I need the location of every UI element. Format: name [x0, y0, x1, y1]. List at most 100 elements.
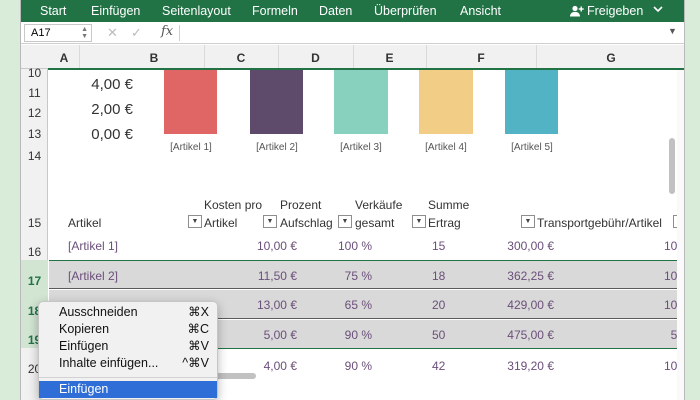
ribbon-tab-bar: Start Einfügen Seitenlayout Formeln Date…: [21, 0, 684, 22]
chevron-down-icon[interactable]: [653, 3, 663, 18]
filter-dropdown-icon[interactable]: ▼: [338, 215, 352, 228]
cell-verkaeufe[interactable]: 20: [432, 298, 445, 312]
cell-prozent[interactable]: 65 %: [279, 298, 372, 312]
table-row: [Artikel 2] 11,50 € 75 % 18 362,25 € 10,…: [49, 260, 684, 289]
menu-shortcut: ⌘V: [188, 339, 209, 353]
column-header-a[interactable]: A: [49, 51, 79, 65]
tab-ueberpruefen[interactable]: Überprüfen: [374, 4, 437, 18]
row-header-17[interactable]: 17: [21, 260, 48, 290]
header-kosten-line2: Artikel: [204, 216, 238, 230]
menu-item-einfuegen-highlighted[interactable]: Einfügen: [39, 381, 217, 398]
x-tick-label: [Artikel 4]: [425, 142, 467, 153]
menu-item-inhalte-einfuegen[interactable]: Inhalte einfügen... ^⌘V: [39, 355, 217, 372]
menu-label: Inhalte einfügen...: [59, 356, 159, 370]
bar-artikel-3: [334, 70, 388, 134]
column-header-e[interactable]: E: [353, 51, 426, 65]
header-verkaeufe-line2: gesamt: [355, 216, 395, 230]
filter-dropdown-icon[interactable]: ▼: [263, 215, 277, 228]
cell-transport[interactable]: 5,00: [614, 328, 684, 342]
context-menu: Ausschneiden ⌘X Kopieren ⌘C Einfügen ⌘V Inh…: [38, 301, 218, 400]
y-tick-label: 2,00 €: [91, 101, 133, 118]
bar-artikel-1: [164, 70, 217, 134]
column-header-f[interactable]: F: [426, 51, 536, 65]
cell-artikel[interactable]: [Artikel 1]: [68, 239, 118, 253]
cell-verkaeufe[interactable]: 18: [432, 269, 445, 283]
bar-artikel-4: [419, 70, 473, 134]
name-box[interactable]: A17 ▲ ▼: [24, 24, 92, 42]
cell-ertrag[interactable]: 429,00 €: [459, 298, 554, 312]
menu-item-einfuegen[interactable]: Einfügen ⌘V: [39, 338, 217, 355]
row-header-16[interactable]: 16: [21, 245, 48, 259]
cell-ertrag[interactable]: 319,20 €: [459, 359, 554, 373]
row-header-13[interactable]: 13: [21, 127, 48, 141]
header-summe-line2: Ertrag: [428, 216, 461, 230]
insert-function-icon[interactable]: fx: [161, 24, 173, 39]
cell-verkaeufe[interactable]: 42: [432, 359, 445, 373]
menu-label: Einfügen: [59, 339, 109, 353]
vertical-scrollbar-track[interactable]: [677, 70, 684, 400]
x-tick-label: [Artikel 5]: [511, 142, 553, 153]
tab-seitenlayout[interactable]: Seitenlayout: [162, 4, 231, 18]
cancel-icon[interactable]: ✕: [107, 25, 118, 41]
column-header-c[interactable]: C: [204, 51, 278, 65]
cell-verkaeufe[interactable]: 50: [432, 328, 445, 342]
formula-bar: A17 ▲ ▼ ✕ ✓ fx ▼: [21, 22, 684, 44]
header-verkaeufe-line1: Verkäufe: [355, 198, 403, 212]
formula-expand-icon[interactable]: ▼: [668, 26, 677, 36]
menu-shortcut: ^⌘V: [182, 356, 209, 370]
column-headers: A B C D E F G: [21, 45, 684, 69]
row-header-11[interactable]: 11: [21, 86, 48, 100]
tab-daten[interactable]: Daten: [319, 4, 352, 18]
row-header-12[interactable]: 12: [21, 106, 48, 120]
cell-artikel[interactable]: [Artikel 2]: [68, 269, 118, 283]
cell-verkaeufe[interactable]: 15: [432, 239, 445, 253]
cell-ertrag[interactable]: 475,00 €: [459, 328, 554, 342]
row-header-10[interactable]: 10: [21, 66, 48, 80]
header-prozent-line2: Aufschlag: [280, 216, 333, 230]
column-header-g[interactable]: G: [536, 51, 684, 65]
cell-prozent[interactable]: 90 %: [279, 328, 372, 342]
confirm-icon[interactable]: ✓: [131, 25, 142, 41]
filter-dropdown-icon[interactable]: ▼: [188, 215, 202, 228]
menu-item-ausschneiden[interactable]: Ausschneiden ⌘X: [39, 304, 217, 321]
cell-transport[interactable]: 10,00: [614, 269, 684, 283]
cell-transport[interactable]: 10,00: [614, 359, 684, 373]
x-tick-label: [Artikel 2]: [256, 142, 298, 153]
row-header-14[interactable]: 14: [21, 149, 48, 163]
menu-label: Einfügen: [59, 382, 109, 396]
row-header-15[interactable]: 15: [21, 216, 48, 230]
menu-shortcut: ⌘X: [188, 305, 209, 319]
x-tick-label: [Artikel 1]: [170, 142, 212, 153]
bar-artikel-2: [250, 70, 303, 134]
formula-divider: [179, 25, 180, 41]
filter-dropdown-icon[interactable]: ▼: [412, 215, 426, 228]
share-label: Freigeben: [587, 4, 644, 18]
cell-ertrag[interactable]: 300,00 €: [459, 239, 554, 253]
cell-prozent[interactable]: 100 %: [279, 239, 372, 253]
cell-ertrag[interactable]: 362,25 €: [459, 269, 554, 283]
y-tick-label: 4,00 €: [91, 76, 133, 93]
name-box-value: A17: [31, 27, 51, 39]
column-header-d[interactable]: D: [278, 51, 353, 65]
menu-item-kopieren[interactable]: Kopieren ⌘C: [39, 321, 217, 338]
cell-transport[interactable]: 10,00: [614, 298, 684, 312]
tab-formeln[interactable]: Formeln: [252, 4, 298, 18]
bar-chart[interactable]: 4,00 € 2,00 € 0,00 € [Artikel 1] [Artike…: [49, 70, 676, 165]
menu-label: Ausschneiden: [59, 305, 138, 319]
x-tick-label: [Artikel 3]: [340, 142, 382, 153]
cell-prozent[interactable]: 90 %: [279, 359, 372, 373]
cell-transport[interactable]: 10,00: [614, 239, 684, 253]
tab-start[interactable]: Start: [40, 4, 66, 18]
spinner-icon[interactable]: ▲ ▼: [81, 26, 88, 40]
menu-shortcut: ⌘C: [187, 322, 209, 336]
filter-dropdown-icon[interactable]: ▼: [521, 215, 535, 228]
bar-artikel-5: [505, 70, 558, 134]
header-summe-line1: Summe: [428, 198, 470, 212]
share-button[interactable]: Freigeben: [569, 4, 643, 18]
header-transport: Transportgebühr/Artikel: [537, 216, 662, 230]
vertical-scrollbar-thumb[interactable]: [669, 138, 675, 194]
cell-prozent[interactable]: 75 %: [279, 269, 372, 283]
tab-ansicht[interactable]: Ansicht: [460, 4, 501, 18]
tab-einfuegen[interactable]: Einfügen: [91, 4, 140, 18]
table-row: [Artikel 1] 10,00 € 100 % 15 300,00 € 10…: [49, 231, 684, 260]
